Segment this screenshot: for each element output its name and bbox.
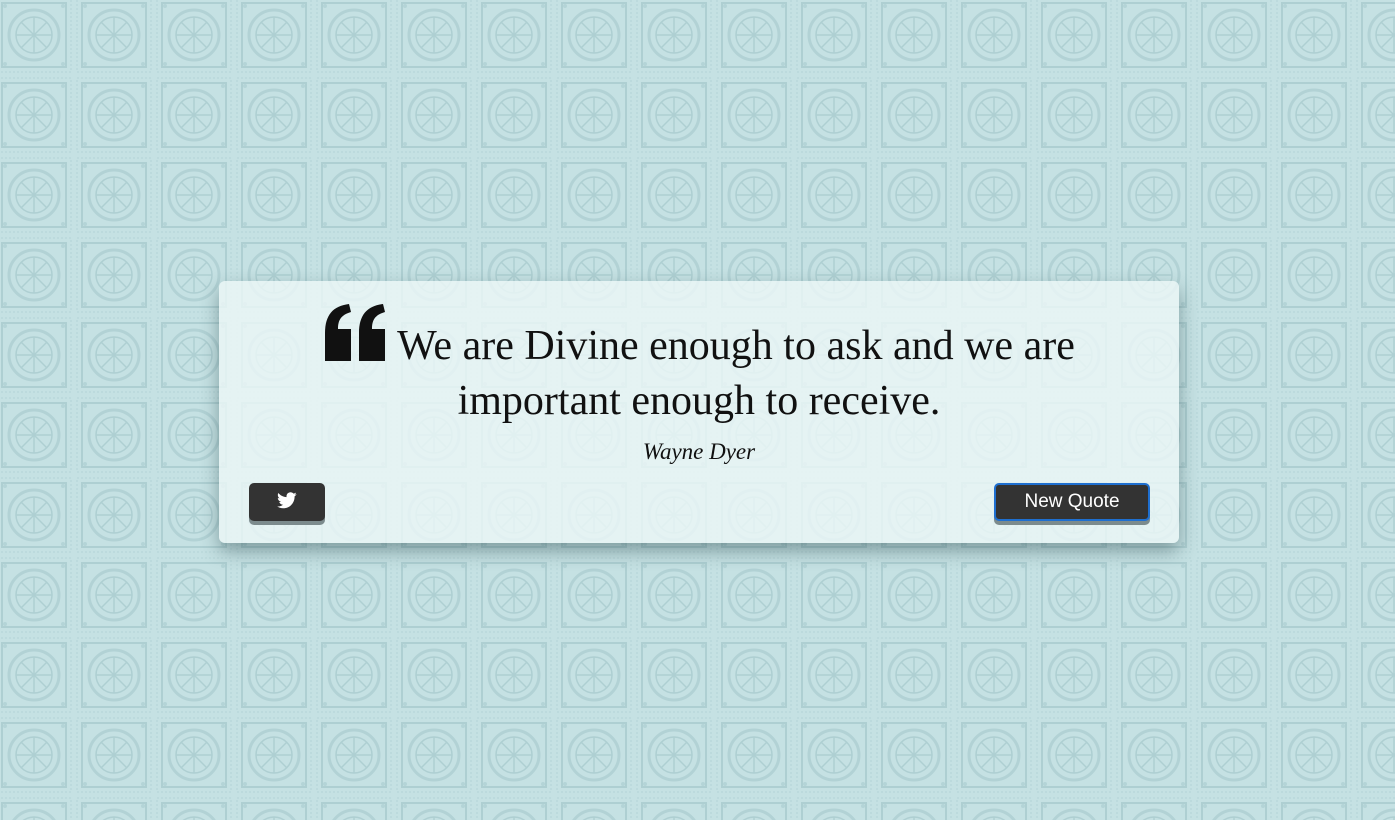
tweet-button[interactable] xyxy=(249,483,325,521)
quote-text-block: We are Divine enough to ask and we are i… xyxy=(259,303,1139,429)
new-quote-button[interactable]: New Quote xyxy=(994,483,1150,521)
quote-author: Wayne Dyer xyxy=(642,439,756,464)
left-double-quote-icon xyxy=(323,303,389,361)
quote-box: We are Divine enough to ask and we are i… xyxy=(219,281,1179,543)
twitter-icon xyxy=(277,492,297,512)
quote-text: We are Divine enough to ask and we are i… xyxy=(397,323,1075,424)
